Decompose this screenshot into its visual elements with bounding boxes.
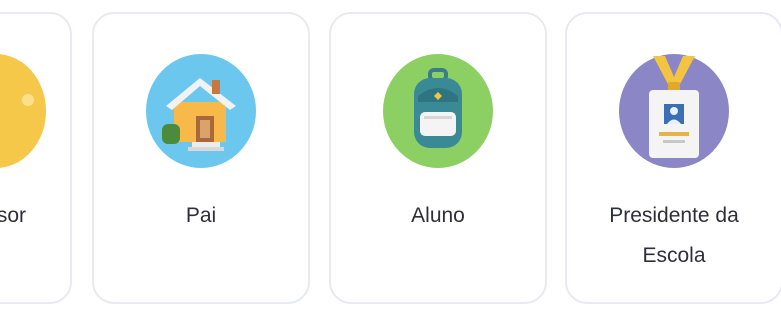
teacher-icon xyxy=(0,54,46,168)
role-selector: Professor Pai xyxy=(0,0,781,309)
role-label-line: Escola xyxy=(642,244,706,267)
role-label-line: Pai xyxy=(185,204,217,227)
role-label: Aluno xyxy=(331,196,545,236)
role-card-professor[interactable]: Professor xyxy=(0,12,72,304)
role-card-presidente[interactable]: Presidente da Escola xyxy=(565,12,781,304)
role-label-line: Presidente da xyxy=(609,204,739,227)
role-label: Presidente da Escola xyxy=(567,196,781,276)
id-badge-icon xyxy=(619,54,729,168)
backpack-icon xyxy=(383,54,493,168)
role-label-line: Aluno xyxy=(411,204,465,227)
house-icon xyxy=(146,54,256,168)
role-card-aluno[interactable]: Aluno xyxy=(329,12,547,304)
role-card-pai[interactable]: Pai xyxy=(92,12,310,304)
role-label: Pai xyxy=(94,196,308,236)
role-label-line: Professor xyxy=(0,204,26,227)
role-label: Professor xyxy=(0,196,70,236)
